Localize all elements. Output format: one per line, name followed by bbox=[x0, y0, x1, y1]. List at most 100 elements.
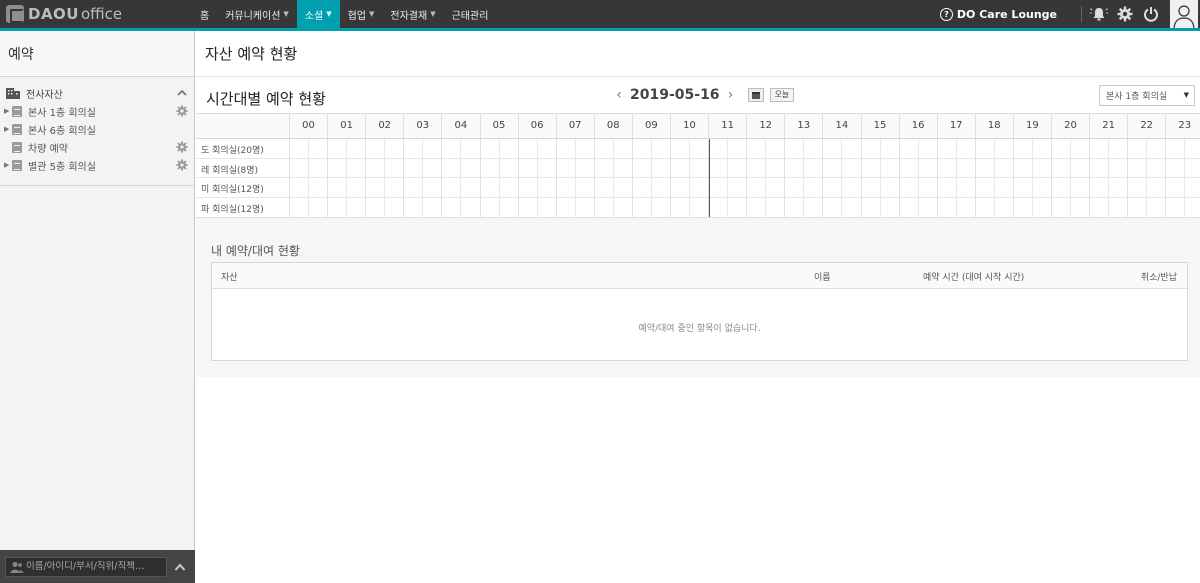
asset-tree: 전사자산 ▶ 본사 1층 회의실 ▶ 본사 6층 회의실 ▶ 차량 예약 bbox=[0, 77, 194, 174]
timeline-grid: 00 01 02 03 04 05 06 07 08 09 10 11 12 13 14 15 16 17 18 19… bbox=[196, 113, 1200, 218]
expand-panel-button[interactable] bbox=[169, 557, 190, 577]
grid-line bbox=[289, 114, 290, 217]
nav-label: 전자결재 bbox=[390, 10, 428, 22]
calendar-button[interactable] bbox=[747, 88, 764, 102]
nav-item-home[interactable]: 홈 bbox=[192, 0, 217, 28]
grid-line bbox=[441, 114, 443, 217]
grid-line bbox=[746, 114, 748, 217]
gear-icon bbox=[1117, 6, 1133, 22]
current-time-line bbox=[709, 139, 711, 217]
grid-line bbox=[860, 114, 862, 217]
prev-date-button[interactable]: ‹ bbox=[612, 87, 626, 103]
expand-arrow-icon[interactable]: ▶ bbox=[4, 125, 12, 133]
grid-line bbox=[1089, 114, 1091, 217]
grid-line bbox=[1146, 139, 1148, 217]
gear-icon[interactable] bbox=[176, 105, 188, 117]
hour-label: 19 bbox=[1012, 114, 1051, 138]
hour-label: 21 bbox=[1089, 114, 1127, 138]
grid-line bbox=[498, 139, 500, 217]
grid-line bbox=[384, 139, 386, 217]
asset-select[interactable]: 본사 1층 회의실 ▼ bbox=[1099, 85, 1195, 106]
grid-line bbox=[1051, 114, 1052, 217]
tree-item-annex-5f-meeting[interactable]: ▶ 별관 5층 회의실 bbox=[0, 156, 194, 174]
grid-line bbox=[650, 139, 652, 217]
grid-line bbox=[955, 139, 957, 217]
grid-line bbox=[841, 139, 843, 217]
grid-line bbox=[670, 114, 671, 217]
grid-line bbox=[308, 139, 310, 217]
grid-line bbox=[1127, 114, 1129, 217]
hour-label: 14 bbox=[822, 114, 860, 138]
tree-item-vehicle[interactable]: ▶ 차량 예약 bbox=[0, 138, 194, 156]
chevron-up-icon[interactable] bbox=[176, 87, 188, 99]
logout-button[interactable] bbox=[1138, 0, 1164, 28]
nav-item-attendance[interactable]: 근태관리 bbox=[444, 0, 497, 28]
divider bbox=[1081, 6, 1082, 22]
grid-line bbox=[1012, 114, 1014, 217]
tree-item-hq-1f-meeting[interactable]: ▶ 본사 1층 회의실 bbox=[0, 102, 194, 120]
nav-item-approval[interactable]: 전자결재 ▼ bbox=[382, 0, 443, 28]
nav-item-communication[interactable]: 커뮤니케이션 ▼ bbox=[217, 0, 297, 28]
org-search-box[interactable] bbox=[5, 556, 167, 577]
col-action[interactable]: 취소/반납 bbox=[1141, 270, 1177, 283]
top-bar: DAOU office 홈 커뮤니케이션 ▼ 소셜 ▼ 협업 ▼ 전자결재 ▼ 근태관리… bbox=[0, 0, 1200, 28]
gear-icon[interactable] bbox=[176, 141, 188, 153]
tree-item-hq-6f-meeting[interactable]: ▶ 본사 6층 회의실 bbox=[0, 120, 194, 138]
grid-line bbox=[993, 139, 995, 217]
hour-label: 17 bbox=[936, 114, 975, 138]
grid-line bbox=[1184, 139, 1186, 217]
hour-label: 20 bbox=[1051, 114, 1089, 138]
user-avatar[interactable] bbox=[1170, 0, 1198, 28]
nav-label: 홈 bbox=[200, 10, 210, 22]
col-name[interactable]: 이름 bbox=[814, 270, 831, 283]
hour-label: 07 bbox=[555, 114, 594, 138]
logo-mark-icon bbox=[6, 5, 24, 23]
grid-line bbox=[936, 114, 938, 217]
hour-label: 23 bbox=[1165, 114, 1200, 138]
tree-item-label: 별관 5층 회의실 bbox=[28, 161, 96, 173]
expand-arrow-icon[interactable]: ▶ bbox=[4, 161, 12, 169]
tree-item-label: 차량 예약 bbox=[28, 143, 68, 155]
tree-item-label: 본사 1층 회의실 bbox=[28, 107, 96, 119]
grid-line bbox=[822, 114, 824, 217]
grid-line bbox=[403, 114, 405, 217]
col-asset[interactable]: 자산 bbox=[221, 270, 238, 283]
next-date-button[interactable]: › bbox=[724, 87, 738, 103]
tree-root-company-assets[interactable]: 전사자산 bbox=[0, 84, 194, 102]
sidebar-title: 예약 bbox=[0, 31, 194, 77]
grid-line bbox=[765, 139, 767, 217]
logo-brand: DAOU bbox=[28, 5, 79, 23]
main-content: 자산 예약 현황 시간대별 예약 현황 ‹ 2019-05-16 › 오늘 본사… bbox=[196, 31, 1200, 583]
today-button[interactable]: 오늘 bbox=[769, 88, 795, 102]
hour-header: 00 01 02 03 04 05 06 07 08 09 10 11 12 13 14 15 16 17 18 19… bbox=[196, 114, 1200, 139]
grid-line bbox=[460, 139, 462, 217]
org-search-bar bbox=[0, 550, 195, 583]
col-time[interactable]: 예약 시간 (대여 시작 시간) bbox=[923, 270, 1024, 283]
room-label: 미 회의실(12명) bbox=[201, 185, 264, 195]
power-icon bbox=[1144, 7, 1158, 22]
care-lounge-link[interactable]: ? DO Care Lounge bbox=[939, 7, 1057, 21]
alarm-button[interactable] bbox=[1086, 0, 1112, 28]
nav-label: 협업 bbox=[347, 10, 366, 22]
grid-line bbox=[346, 139, 348, 217]
grid-line bbox=[898, 114, 900, 217]
nav-item-social[interactable]: 소셜 ▼ bbox=[296, 0, 340, 28]
hour-label: 12 bbox=[746, 114, 784, 138]
nav-item-collaboration[interactable]: 협업 ▼ bbox=[340, 0, 383, 28]
org-search-input[interactable] bbox=[26, 561, 166, 572]
caret-down-icon: ▼ bbox=[430, 10, 436, 18]
hour-label: 09 bbox=[631, 114, 670, 138]
section-title: 시간대별 예약 현황 bbox=[206, 90, 326, 108]
my-reservations-title: 내 예약/대여 현황 bbox=[211, 244, 300, 258]
grid-line bbox=[879, 139, 881, 217]
help-circle-icon: ? bbox=[939, 7, 953, 21]
expand-arrow-icon[interactable]: ▶ bbox=[4, 107, 12, 115]
schedule-header: 시간대별 예약 현황 ‹ 2019-05-16 › 오늘 본사 1층 회의실 ▼ bbox=[196, 78, 1200, 113]
settings-button[interactable] bbox=[1112, 0, 1138, 28]
hour-label: 15 bbox=[860, 114, 899, 138]
gear-icon[interactable] bbox=[176, 159, 188, 171]
logo[interactable]: DAOU office bbox=[6, 4, 122, 24]
user-avatar-icon bbox=[1173, 5, 1195, 28]
hour-label: 16 bbox=[898, 114, 937, 138]
asset-select-value: 본사 1층 회의실 bbox=[1106, 92, 1168, 102]
